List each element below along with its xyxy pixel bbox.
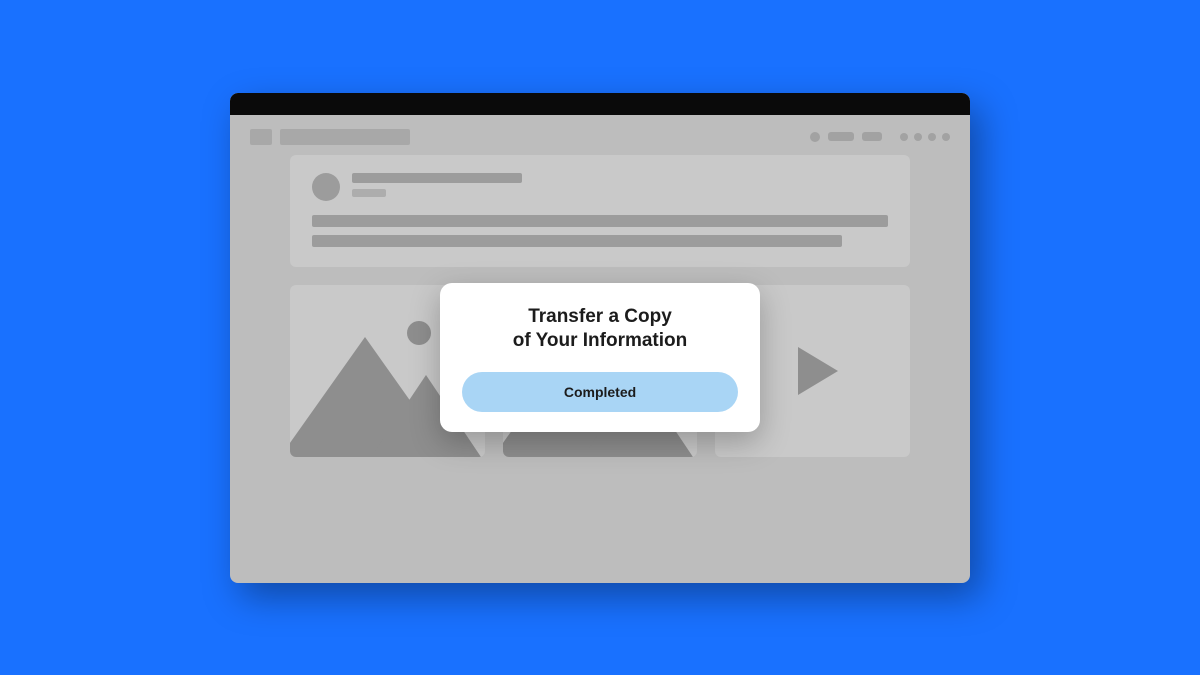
completed-button[interactable]: Completed xyxy=(462,372,738,412)
header-action-icon xyxy=(942,133,950,141)
header-action-icons xyxy=(900,133,950,141)
post-avatar-icon xyxy=(312,173,340,201)
post-meta-placeholder xyxy=(352,189,386,197)
avatar-icon xyxy=(810,132,820,142)
post-author-placeholder xyxy=(352,173,522,183)
header-action-icon xyxy=(900,133,908,141)
header-right xyxy=(810,132,950,142)
window-titlebar xyxy=(230,93,970,115)
app-window: Transfer a Copy of Your Information Comp… xyxy=(230,93,970,583)
header-action-icon xyxy=(914,133,922,141)
search-placeholder xyxy=(280,129,410,145)
logo-placeholder xyxy=(250,129,272,145)
header-left xyxy=(250,129,410,145)
modal-title-line1: Transfer a Copy xyxy=(528,306,672,327)
nav-chip xyxy=(862,132,882,141)
modal-title: Transfer a Copy of Your Information xyxy=(462,305,738,354)
transfer-modal: Transfer a Copy of Your Information Comp… xyxy=(440,283,760,432)
nav-chip xyxy=(828,132,854,141)
post-header xyxy=(312,173,888,201)
post-body xyxy=(312,215,888,247)
post-card xyxy=(290,155,910,267)
post-header-text xyxy=(352,173,522,197)
header-bar xyxy=(230,115,970,155)
modal-title-line2: of Your Information xyxy=(513,330,688,351)
play-icon xyxy=(798,347,838,395)
post-text-line xyxy=(312,235,842,247)
post-text-line xyxy=(312,215,888,227)
header-action-icon xyxy=(928,133,936,141)
